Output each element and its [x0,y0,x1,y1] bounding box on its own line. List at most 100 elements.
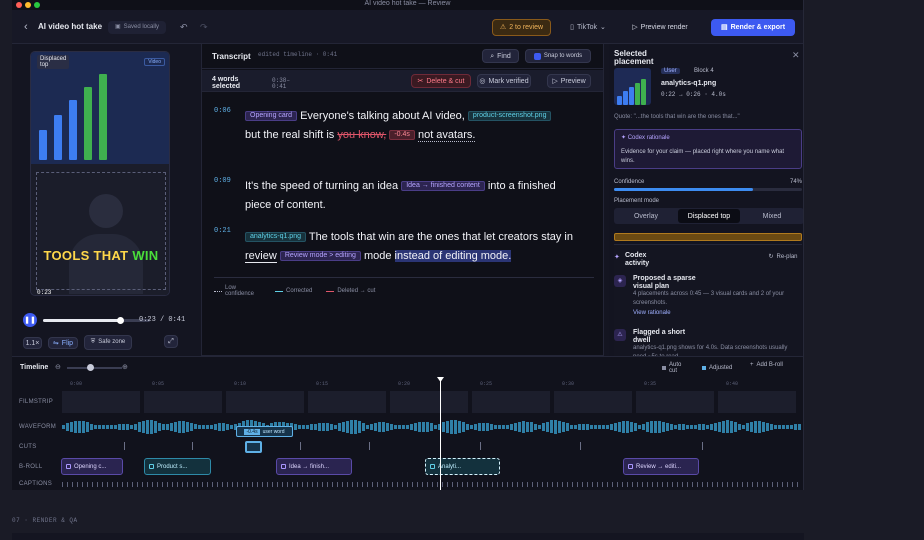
broll-clip[interactable]: Product s... [144,458,211,475]
cut-marker[interactable] [124,442,125,450]
activity-title: Codex activity [625,252,650,267]
transcript-paragraph[interactable]: Opening card Everyone's talking about AI… [245,107,595,145]
toggle-icon [533,52,541,60]
cut-marker[interactable] [300,442,301,450]
close-panel-icon[interactable]: ✕ [792,50,800,61]
snap-to-words-toggle[interactable]: Snap to words [525,49,591,63]
undo-icon[interactable]: ↶ [180,22,188,33]
caption-tick [327,482,328,487]
broll-clip[interactable]: Idea → finish... [276,458,352,475]
review-badge-button[interactable]: ⚠ 2 to review [492,19,551,36]
preview-selection-button[interactable]: ▷ Preview [547,74,591,88]
filmstrip-frame [718,391,798,413]
captions-track[interactable] [62,482,803,488]
waveform-bar [570,424,573,430]
delete-cut-button[interactable]: ✂ Delete & cut [411,74,471,88]
waveform-bar [414,423,417,431]
paragraph-time: 0:21 [214,227,231,235]
waveform-bar [498,425,501,429]
zoom-out-icon[interactable]: ⊖ [55,363,61,371]
waveform-bar [106,424,109,430]
cut-marker[interactable] [580,442,581,450]
transcript-paragraph[interactable]: analytics-q1.png The tools that win are … [245,228,595,266]
low-confidence-word[interactable]: not avatars. [417,129,476,142]
corrected-word[interactable]: review [245,250,277,263]
broll-chip[interactable]: Idea → finished content [401,181,485,192]
zoom-in-icon[interactable]: ⊕ [122,363,128,371]
deleted-words[interactable]: you know, [337,129,386,141]
confidence-bar [614,188,802,191]
cut-marker[interactable] [480,442,481,450]
waveform-bar [462,422,465,432]
view-rationale-link[interactable]: View rationale [633,310,671,316]
mode-overlay[interactable]: Overlay [614,208,678,224]
caption-tick [342,482,343,487]
redo-icon[interactable]: ↷ [200,22,208,33]
saved-status: ▣ Saved locally [108,21,166,34]
cut-marker[interactable] [702,442,703,450]
waveform-bar [542,423,545,431]
broll-clip[interactable]: Review → editi... [623,458,699,475]
waveform-track[interactable] [62,419,803,435]
back-button[interactable]: ‹ [24,21,28,33]
chart-bar [69,99,77,160]
render-export-button[interactable]: ▤ Render & export [711,19,795,36]
clip-icon [281,464,286,469]
caption-tick [97,482,98,487]
selected-cut-marker[interactable] [245,441,262,453]
scrub-handle[interactable] [117,317,125,324]
zoom-handle[interactable] [87,364,94,371]
asset-chip[interactable]: product-screenshot.png [467,111,552,122]
caption-tick [792,482,793,487]
zoom-slider[interactable] [67,364,122,371]
waveform-bar [102,424,105,430]
flip-button[interactable]: ⇋ Flip [48,337,78,349]
speed-button[interactable]: 1.1× [23,337,42,349]
mode-displaced-top[interactable]: Displaced top [678,209,740,223]
waveform-selection[interactable]: -0.4s user word [236,426,293,437]
broll-clip[interactable]: Opening c... [61,458,123,475]
find-button[interactable]: ⌕ Find [482,49,519,63]
clip-icon [628,464,633,469]
waveform-bar [158,422,161,432]
mark-verified-button[interactable]: ◎ Mark verified [477,74,531,88]
waveform-bar [122,423,125,431]
broll-chip[interactable]: Review mode > editing [279,251,361,262]
selected-words[interactable]: instead of editing mode. [394,250,512,262]
cut-marker[interactable] [369,442,370,450]
chart-bar [617,95,622,105]
add-broll-button[interactable]: + Add B-roll [750,362,785,368]
caption-tick [637,482,638,487]
preview-render-button[interactable]: ▷ Preview render [629,19,691,36]
waveform-bar [170,422,173,432]
playhead[interactable] [440,379,441,490]
waveform-bar [378,422,381,432]
broll-chip[interactable]: Opening card [245,111,298,122]
caption-tick [647,482,648,487]
cut-marker[interactable] [192,442,193,450]
selection-range: 0:38–0:41 [272,77,291,90]
caption-tick [347,482,348,487]
asset-quote: Quote: "...the tools that win are the on… [614,114,740,120]
caption-tick [112,482,113,487]
transcript-paragraph[interactable]: It's the speed of turning an idea Idea →… [245,177,585,215]
selected-broll-clip[interactable]: Analyti... [425,458,500,475]
waveform-bar [686,424,689,430]
caption-tick [797,482,798,487]
replan-button[interactable]: ↻ Re-plan [766,250,800,264]
caption-tick [772,482,773,487]
waveform-bar [594,425,597,429]
activity-item-title: Flagged a short dwell [633,329,686,344]
asset-chip[interactable]: analytics-q1.png [245,232,306,243]
mode-mixed[interactable]: Mixed [740,208,803,224]
safe-zone-button[interactable]: ⛨ Safe zone [84,335,132,350]
pause-button[interactable]: ❚❚ [23,313,37,327]
scrub-bar[interactable] [43,317,150,324]
caption-tick [562,482,563,487]
waveform-bar [426,422,429,432]
platform-select[interactable]: ▯ TikTok ⌄ [563,21,613,34]
expand-button[interactable]: ⤢ [164,335,178,348]
caption-tick [667,482,668,487]
caption-tick [277,482,278,487]
chart-overlay: Displaced top Video [31,52,169,164]
